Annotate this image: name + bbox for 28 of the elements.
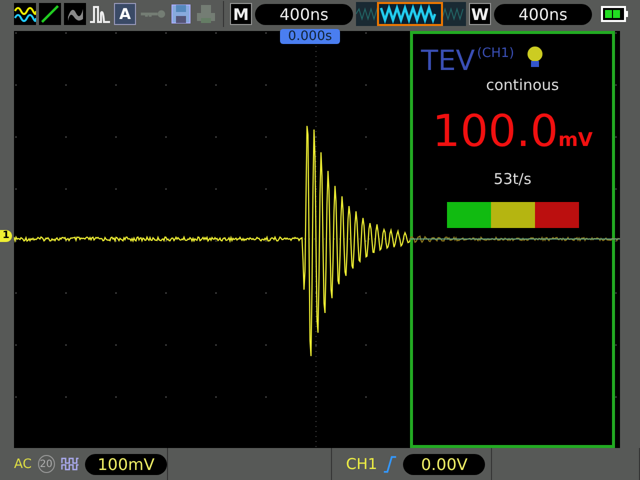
trigger-level-value[interactable]: 0.00V	[403, 454, 486, 474]
timebase-value[interactable]: 400ns	[255, 4, 353, 24]
panel-channel: (CH1)	[476, 46, 514, 61]
vertical-scale-value[interactable]: 100mV	[85, 454, 167, 474]
mode-label: continous	[486, 76, 559, 94]
rising-edge-icon	[383, 454, 398, 474]
window-value[interactable]: 400ns	[494, 4, 592, 24]
window-label: W	[469, 3, 491, 25]
line-icon[interactable]	[39, 3, 61, 25]
save-icon[interactable]	[170, 3, 192, 25]
trigger-position-label[interactable]: 0.000s	[280, 29, 340, 44]
coupling-label: AC	[14, 456, 32, 472]
pulse-icon[interactable]	[89, 3, 111, 25]
bandwidth-limit-label: 20	[38, 455, 55, 473]
square-wave-icon	[60, 456, 79, 472]
measurement-value: 100.0	[432, 108, 558, 156]
waveform-overview-icon	[356, 2, 466, 26]
battery-icon	[601, 6, 629, 22]
persistence-icon[interactable]	[64, 3, 86, 25]
waveform-icon[interactable]	[14, 3, 36, 25]
timebase-label: M	[230, 3, 252, 25]
panel-title: TEV	[421, 46, 475, 76]
light-bulb-icon	[526, 46, 544, 68]
trigger-source-label: CH1	[346, 455, 378, 473]
rate-label: 53t/s	[494, 170, 532, 188]
auto-button[interactable]: A	[114, 3, 136, 25]
channel-marker[interactable]: 1	[0, 230, 12, 242]
measurement-unit: mV	[558, 129, 593, 151]
